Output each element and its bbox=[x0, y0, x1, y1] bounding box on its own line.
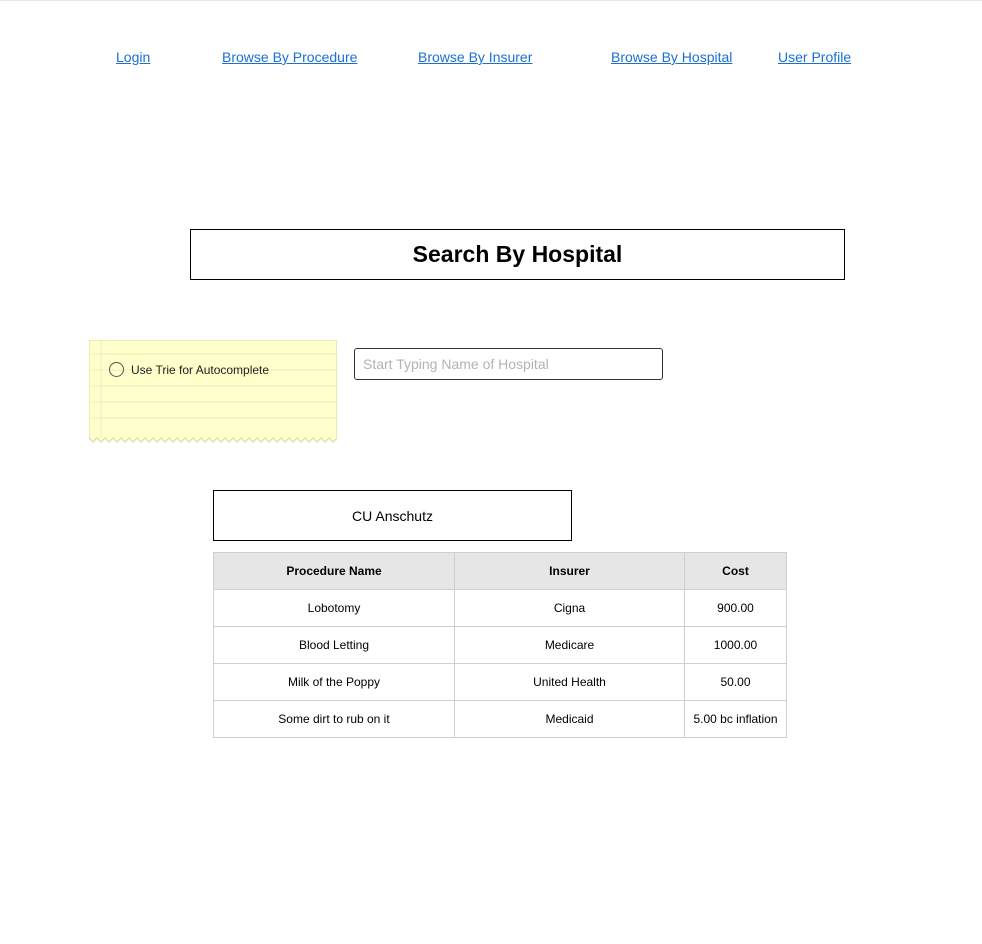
cost-cell: 50.00 bbox=[684, 663, 787, 701]
procedure-cell: Some dirt to rub on it bbox=[213, 700, 455, 738]
insurer-cell: Medicaid bbox=[454, 700, 685, 738]
column-header-procedure[interactable]: Procedure Name bbox=[213, 552, 455, 590]
sticky-note: Use Trie for Autocomplete bbox=[89, 340, 337, 445]
insurer-cell: Cigna bbox=[454, 589, 685, 627]
selected-hospital-name: CU Anschutz bbox=[352, 507, 433, 524]
cost-cell: 900.00 bbox=[684, 589, 787, 627]
nav-browse-procedure-link[interactable]: Browse By Procedure bbox=[222, 49, 357, 65]
selected-hospital-result[interactable]: CU Anschutz bbox=[213, 490, 572, 541]
nav-browse-insurer-link[interactable]: Browse By Insurer bbox=[418, 49, 532, 65]
cost-cell: 5.00 bc inflation bbox=[684, 700, 787, 738]
column-header-cost[interactable]: Cost bbox=[684, 552, 787, 590]
radio-circle-icon[interactable] bbox=[109, 362, 124, 377]
use-trie-radio[interactable]: Use Trie for Autocomplete bbox=[109, 362, 269, 377]
hospital-search-input[interactable] bbox=[354, 348, 663, 380]
insurer-cell: Medicare bbox=[454, 626, 685, 664]
page-title-box: Search By Hospital bbox=[190, 229, 845, 280]
sticky-note-paper bbox=[89, 340, 337, 443]
table-row[interactable]: Milk of the Poppy United Health 50.00 bbox=[213, 663, 787, 701]
nav-user-profile-link[interactable]: User Profile bbox=[778, 49, 851, 65]
page-title: Search By Hospital bbox=[412, 241, 623, 267]
table-header-row: Procedure Name Insurer Cost bbox=[213, 552, 787, 590]
table-row[interactable]: Lobotomy Cigna 900.00 bbox=[213, 589, 787, 627]
procedure-cell: Lobotomy bbox=[213, 589, 455, 627]
table-row[interactable]: Some dirt to rub on it Medicaid 5.00 bc … bbox=[213, 700, 787, 738]
procedures-table: Procedure Name Insurer Cost Lobotomy Cig… bbox=[213, 552, 787, 738]
insurer-cell: United Health bbox=[454, 663, 685, 701]
top-divider bbox=[0, 0, 982, 1]
column-header-insurer[interactable]: Insurer bbox=[454, 552, 685, 590]
nav-login-link[interactable]: Login bbox=[116, 49, 150, 65]
cost-cell: 1000.00 bbox=[684, 626, 787, 664]
procedure-cell: Blood Letting bbox=[213, 626, 455, 664]
use-trie-radio-label: Use Trie for Autocomplete bbox=[131, 362, 270, 377]
nav-browse-hospital-link[interactable]: Browse By Hospital bbox=[611, 49, 732, 65]
procedure-cell: Milk of the Poppy bbox=[213, 663, 455, 701]
table-row[interactable]: Blood Letting Medicare 1000.00 bbox=[213, 626, 787, 664]
